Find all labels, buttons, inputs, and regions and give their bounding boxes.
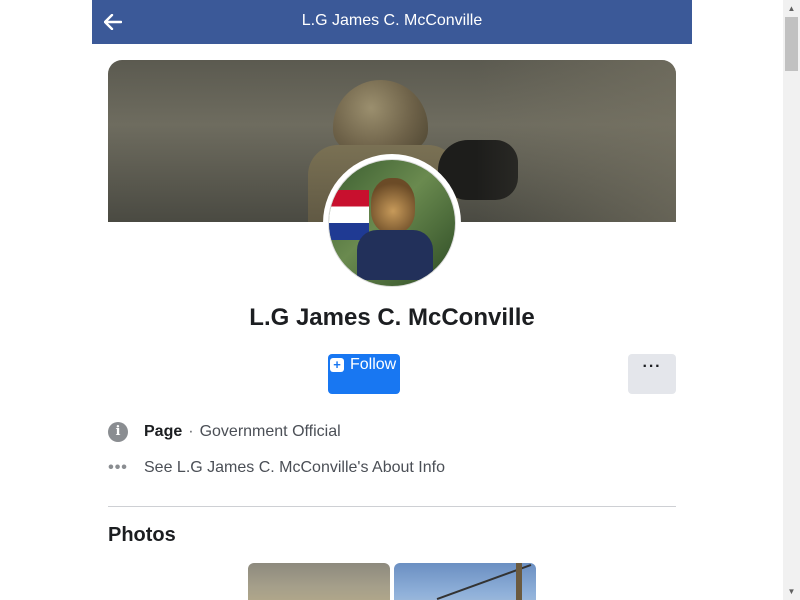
scroll-thumb[interactable] xyxy=(785,17,798,71)
section-divider xyxy=(108,506,676,507)
photo-thumbnail[interactable] xyxy=(394,563,536,600)
page-type-label: Page xyxy=(144,423,183,440)
plus-square-icon: + xyxy=(330,358,344,372)
vertical-scrollbar[interactable]: ▲ ▼ xyxy=(783,0,800,600)
scroll-up-icon[interactable]: ▲ xyxy=(783,0,800,17)
photo-pole xyxy=(516,563,522,600)
avatar-image xyxy=(328,159,456,287)
more-options-button[interactable]: ··· xyxy=(628,354,676,394)
info-icon: i xyxy=(108,422,128,442)
page-category: Government Official xyxy=(199,423,341,440)
photos-heading: Photos xyxy=(108,524,176,546)
top-navigation-bar: L.G James C. McConville xyxy=(92,0,692,44)
about-info-link[interactable]: See L.G James C. McConville's About Info xyxy=(144,459,445,477)
profile-avatar[interactable] xyxy=(323,154,461,292)
follow-label: Follow xyxy=(350,356,397,373)
avatar-dog-head xyxy=(371,178,415,233)
page-category-row: i Page · Government Official xyxy=(108,420,341,444)
about-info-row[interactable]: ••• See L.G James C. McConville's About … xyxy=(108,456,445,480)
cover-blur xyxy=(476,60,676,222)
avatar-dog-coat xyxy=(357,230,433,280)
avatar-flag xyxy=(329,190,369,240)
page-title: L.G James C. McConville xyxy=(301,12,483,29)
profile-name: L.G James C. McConville xyxy=(249,304,535,331)
scroll-down-icon[interactable]: ▼ xyxy=(783,583,800,600)
follow-button[interactable]: + Follow xyxy=(328,354,400,394)
more-dots-icon: ··· xyxy=(642,358,662,375)
separator-dot: · xyxy=(188,423,194,440)
photo-thumbnail[interactable] xyxy=(248,563,390,600)
facebook-page-view: L.G James C. McConville L.G James C. McC… xyxy=(0,0,800,600)
more-dots-icon: ••• xyxy=(108,459,128,476)
cover-soldier-helmet xyxy=(333,80,428,150)
